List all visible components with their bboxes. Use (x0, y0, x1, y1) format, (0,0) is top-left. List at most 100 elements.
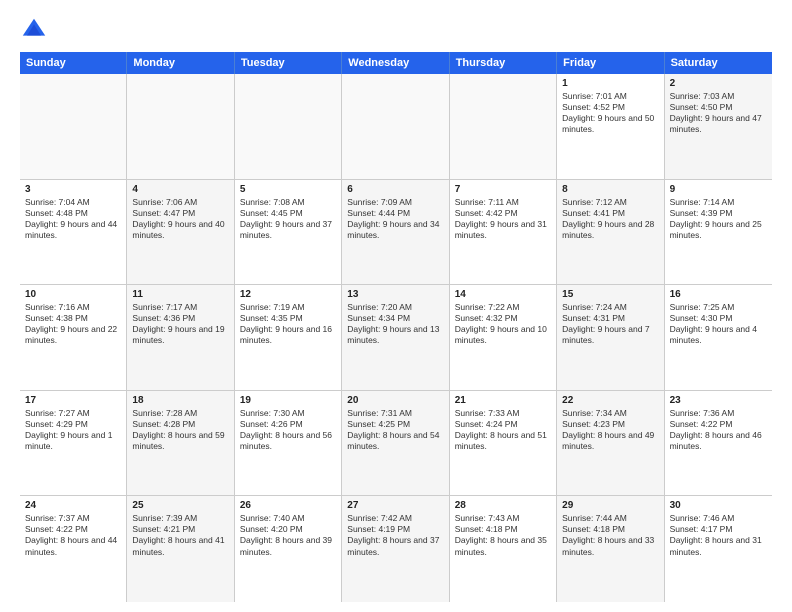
day-number-26: 26 (240, 500, 336, 511)
logo (20, 16, 52, 44)
col-header-monday: Monday (127, 52, 234, 74)
day-cell-1: 1 Sunrise: 7:01 AM Sunset: 4:52 PM Daylig… (557, 74, 664, 179)
day-number-1: 1 (562, 78, 658, 89)
day-cell-4: 4 Sunrise: 7:06 AM Sunset: 4:47 PM Daylig… (127, 180, 234, 285)
day-info-21: Sunrise: 7:33 AM Sunset: 4:24 PM Dayligh… (455, 408, 551, 452)
empty-cell-0-3 (342, 74, 449, 179)
day-cell-5: 5 Sunrise: 7:08 AM Sunset: 4:45 PM Daylig… (235, 180, 342, 285)
day-info-9: Sunrise: 7:14 AM Sunset: 4:39 PM Dayligh… (670, 197, 767, 241)
day-cell-6: 6 Sunrise: 7:09 AM Sunset: 4:44 PM Daylig… (342, 180, 449, 285)
day-number-7: 7 (455, 184, 551, 195)
calendar-body: 1 Sunrise: 7:01 AM Sunset: 4:52 PM Daylig… (20, 74, 772, 602)
day-info-13: Sunrise: 7:20 AM Sunset: 4:34 PM Dayligh… (347, 302, 443, 346)
day-info-16: Sunrise: 7:25 AM Sunset: 4:30 PM Dayligh… (670, 302, 767, 346)
logo-icon (20, 16, 48, 44)
day-cell-16: 16 Sunrise: 7:25 AM Sunset: 4:30 PM Dayli… (665, 285, 772, 390)
day-cell-9: 9 Sunrise: 7:14 AM Sunset: 4:39 PM Daylig… (665, 180, 772, 285)
day-cell-29: 29 Sunrise: 7:44 AM Sunset: 4:18 PM Dayli… (557, 496, 664, 602)
day-info-14: Sunrise: 7:22 AM Sunset: 4:32 PM Dayligh… (455, 302, 551, 346)
col-header-thursday: Thursday (450, 52, 557, 74)
day-cell-27: 27Sunrise: 7:42 AM Sunset: 4:19 PM Dayli… (342, 496, 449, 602)
col-header-wednesday: Wednesday (342, 52, 449, 74)
day-cell-17: 17 Sunrise: 7:27 AM Sunset: 4:29 PM Dayli… (20, 391, 127, 496)
col-header-sunday: Sunday (20, 52, 127, 74)
calendar: SundayMondayTuesdayWednesdayThursdayFrid… (20, 52, 772, 602)
day-info-17: Sunrise: 7:27 AM Sunset: 4:29 PM Dayligh… (25, 408, 121, 452)
day-number-6: 6 (347, 184, 443, 195)
day-cell-7: 7 Sunrise: 7:11 AM Sunset: 4:42 PM Daylig… (450, 180, 557, 285)
empty-cell-0-2 (235, 74, 342, 179)
day-info-1: Sunrise: 7:01 AM Sunset: 4:52 PM Dayligh… (562, 91, 658, 135)
day-info-29: Sunrise: 7:44 AM Sunset: 4:18 PM Dayligh… (562, 513, 658, 557)
day-number-17: 17 (25, 395, 121, 406)
week-row-2: 3Sunrise: 7:04 AM Sunset: 4:48 PM Daylig… (20, 180, 772, 286)
day-number-11: 11 (132, 289, 228, 300)
day-number-5: 5 (240, 184, 336, 195)
header (20, 16, 772, 44)
day-info-30: Sunrise: 7:46 AM Sunset: 4:17 PM Dayligh… (670, 513, 767, 557)
day-info-22: Sunrise: 7:34 AM Sunset: 4:23 PM Dayligh… (562, 408, 658, 452)
day-info-23: Sunrise: 7:36 AM Sunset: 4:22 PM Dayligh… (670, 408, 767, 452)
day-cell-14: 14Sunrise: 7:22 AM Sunset: 4:32 PM Dayli… (450, 285, 557, 390)
day-number-23: 23 (670, 395, 767, 406)
day-info-15: Sunrise: 7:24 AM Sunset: 4:31 PM Dayligh… (562, 302, 658, 346)
day-number-13: 13 (347, 289, 443, 300)
day-cell-19: 19 Sunrise: 7:30 AM Sunset: 4:26 PM Dayli… (235, 391, 342, 496)
day-number-3: 3 (25, 184, 121, 195)
day-number-10: 10 (25, 289, 121, 300)
day-cell-22: 22 Sunrise: 7:34 AM Sunset: 4:23 PM Dayli… (557, 391, 664, 496)
day-cell-18: 18 Sunrise: 7:28 AM Sunset: 4:28 PM Dayli… (127, 391, 234, 496)
day-number-21: 21 (455, 395, 551, 406)
day-cell-3: 3Sunrise: 7:04 AM Sunset: 4:48 PM Daylig… (20, 180, 127, 285)
day-cell-30: 30 Sunrise: 7:46 AM Sunset: 4:17 PM Dayli… (665, 496, 772, 602)
page: SundayMondayTuesdayWednesdayThursdayFrid… (0, 0, 792, 612)
day-cell-25: 25Sunrise: 7:39 AM Sunset: 4:21 PM Dayli… (127, 496, 234, 602)
day-number-2: 2 (670, 78, 767, 89)
day-info-2: Sunrise: 7:03 AM Sunset: 4:50 PM Dayligh… (670, 91, 767, 135)
day-number-19: 19 (240, 395, 336, 406)
day-info-12: Sunrise: 7:19 AM Sunset: 4:35 PM Dayligh… (240, 302, 336, 346)
day-number-9: 9 (670, 184, 767, 195)
day-info-7: Sunrise: 7:11 AM Sunset: 4:42 PM Dayligh… (455, 197, 551, 241)
week-row-1: 1 Sunrise: 7:01 AM Sunset: 4:52 PM Daylig… (20, 74, 772, 180)
day-info-8: Sunrise: 7:12 AM Sunset: 4:41 PM Dayligh… (562, 197, 658, 241)
week-row-4: 17 Sunrise: 7:27 AM Sunset: 4:29 PM Dayli… (20, 391, 772, 497)
day-number-15: 15 (562, 289, 658, 300)
day-info-26: Sunrise: 7:40 AM Sunset: 4:20 PM Dayligh… (240, 513, 336, 557)
day-cell-28: 28 Sunrise: 7:43 AM Sunset: 4:18 PM Dayli… (450, 496, 557, 602)
day-cell-24: 24Sunrise: 7:37 AM Sunset: 4:22 PM Dayli… (20, 496, 127, 602)
empty-cell-0-1 (127, 74, 234, 179)
day-cell-21: 21 Sunrise: 7:33 AM Sunset: 4:24 PM Dayli… (450, 391, 557, 496)
day-cell-8: 8 Sunrise: 7:12 AM Sunset: 4:41 PM Daylig… (557, 180, 664, 285)
day-info-10: Sunrise: 7:16 AM Sunset: 4:38 PM Dayligh… (25, 302, 121, 346)
day-number-18: 18 (132, 395, 228, 406)
week-row-5: 24Sunrise: 7:37 AM Sunset: 4:22 PM Dayli… (20, 496, 772, 602)
day-number-27: 27 (347, 500, 443, 511)
day-number-16: 16 (670, 289, 767, 300)
day-number-22: 22 (562, 395, 658, 406)
calendar-header: SundayMondayTuesdayWednesdayThursdayFrid… (20, 52, 772, 74)
day-info-28: Sunrise: 7:43 AM Sunset: 4:18 PM Dayligh… (455, 513, 551, 557)
day-info-4: Sunrise: 7:06 AM Sunset: 4:47 PM Dayligh… (132, 197, 228, 241)
day-number-4: 4 (132, 184, 228, 195)
day-info-11: Sunrise: 7:17 AM Sunset: 4:36 PM Dayligh… (132, 302, 228, 346)
day-info-5: Sunrise: 7:08 AM Sunset: 4:45 PM Dayligh… (240, 197, 336, 241)
day-number-12: 12 (240, 289, 336, 300)
day-number-8: 8 (562, 184, 658, 195)
day-info-6: Sunrise: 7:09 AM Sunset: 4:44 PM Dayligh… (347, 197, 443, 241)
day-cell-23: 23 Sunrise: 7:36 AM Sunset: 4:22 PM Dayli… (665, 391, 772, 496)
day-cell-10: 10 Sunrise: 7:16 AM Sunset: 4:38 PM Dayli… (20, 285, 127, 390)
week-row-3: 10 Sunrise: 7:16 AM Sunset: 4:38 PM Dayli… (20, 285, 772, 391)
empty-cell-0-0 (20, 74, 127, 179)
day-cell-12: 12 Sunrise: 7:19 AM Sunset: 4:35 PM Dayli… (235, 285, 342, 390)
day-info-18: Sunrise: 7:28 AM Sunset: 4:28 PM Dayligh… (132, 408, 228, 452)
day-number-28: 28 (455, 500, 551, 511)
day-number-29: 29 (562, 500, 658, 511)
day-cell-15: 15 Sunrise: 7:24 AM Sunset: 4:31 PM Dayli… (557, 285, 664, 390)
day-cell-20: 20Sunrise: 7:31 AM Sunset: 4:25 PM Dayli… (342, 391, 449, 496)
day-number-30: 30 (670, 500, 767, 511)
day-info-19: Sunrise: 7:30 AM Sunset: 4:26 PM Dayligh… (240, 408, 336, 452)
day-info-20: Sunrise: 7:31 AM Sunset: 4:25 PM Dayligh… (347, 408, 443, 452)
day-cell-11: 11 Sunrise: 7:17 AM Sunset: 4:36 PM Dayli… (127, 285, 234, 390)
day-number-25: 25 (132, 500, 228, 511)
